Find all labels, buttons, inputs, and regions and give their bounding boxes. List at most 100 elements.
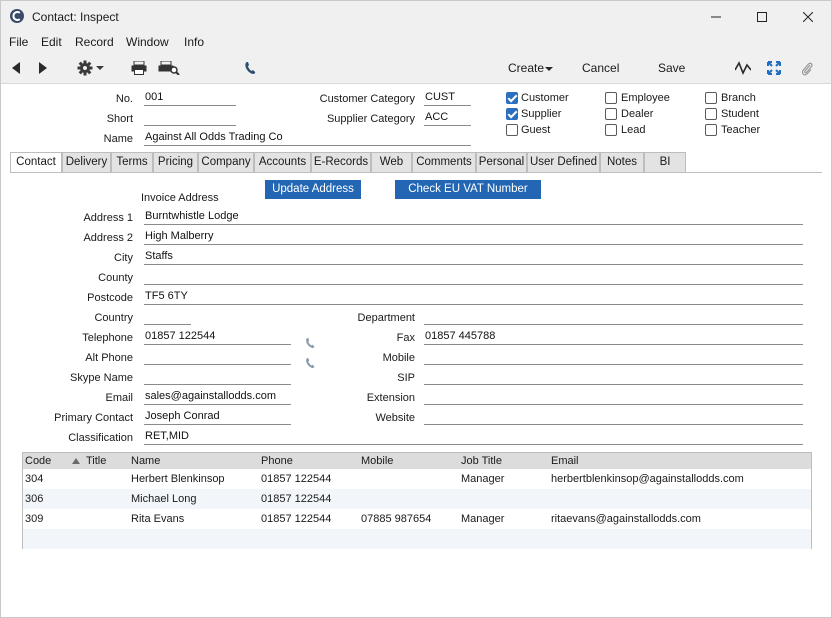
primary-contact-field[interactable]: Joseph Conrad bbox=[144, 410, 291, 425]
county-field[interactable] bbox=[144, 270, 803, 285]
column-header-title[interactable]: Title bbox=[86, 455, 106, 467]
tab-bi[interactable]: BI bbox=[644, 152, 686, 172]
create-button[interactable]: Create bbox=[508, 61, 544, 75]
employee-check-box[interactable] bbox=[605, 92, 617, 104]
classification-field[interactable]: RET,MID bbox=[144, 430, 803, 445]
menu-window[interactable]: Window bbox=[126, 35, 169, 49]
branch-check-box[interactable] bbox=[705, 92, 717, 104]
name-field[interactable]: Against All Odds Trading Co bbox=[144, 131, 471, 146]
dealer-check-box[interactable] bbox=[605, 108, 617, 120]
maximize-button[interactable] bbox=[739, 1, 785, 32]
update-address-button[interactable]: Update Address bbox=[265, 180, 361, 199]
close-icon bbox=[803, 11, 813, 22]
telephone-field[interactable]: 01857 122544 bbox=[144, 330, 291, 345]
minimize-button[interactable] bbox=[693, 1, 739, 32]
postcode-label: Postcode bbox=[87, 292, 133, 304]
menu-file[interactable]: File bbox=[9, 35, 28, 49]
cell-job-title: Manager bbox=[461, 513, 505, 525]
email-field[interactable]: sales@againstallodds.com bbox=[144, 390, 291, 405]
address2-field[interactable]: High Malberry bbox=[144, 230, 803, 245]
call-button[interactable] bbox=[242, 60, 258, 76]
column-header-job-title[interactable]: Job Title bbox=[461, 455, 502, 467]
extension-field[interactable] bbox=[424, 390, 803, 405]
tab-pricing[interactable]: Pricing bbox=[153, 152, 198, 172]
fax-label: Fax bbox=[396, 332, 415, 344]
app-logo-icon bbox=[10, 9, 24, 23]
print-preview-button[interactable] bbox=[157, 60, 181, 76]
department-field[interactable] bbox=[424, 310, 803, 325]
previous-record-button[interactable] bbox=[9, 60, 23, 76]
print-button[interactable] bbox=[130, 60, 148, 76]
student-check-box[interactable] bbox=[705, 108, 717, 120]
tab-accounts[interactable]: Accounts bbox=[254, 152, 311, 172]
city-label: City bbox=[114, 252, 133, 264]
no-field[interactable]: 001 bbox=[144, 91, 236, 106]
menu-info[interactable]: Info bbox=[184, 35, 204, 49]
supplier-check-box[interactable] bbox=[506, 108, 518, 120]
cell-code: 306 bbox=[25, 493, 44, 505]
city-field[interactable]: Staffs bbox=[144, 250, 803, 265]
alt-phone-call-icon[interactable] bbox=[305, 357, 315, 369]
save-button[interactable]: Save bbox=[658, 61, 685, 75]
teacher-check-box[interactable] bbox=[705, 124, 717, 136]
tab-comments[interactable]: Comments bbox=[412, 152, 476, 172]
attachments-button[interactable] bbox=[798, 60, 816, 76]
column-header-mobile[interactable]: Mobile bbox=[361, 455, 393, 467]
postcode-field[interactable]: TF5 6TY bbox=[144, 290, 803, 305]
website-field[interactable] bbox=[424, 410, 803, 425]
cell-code: 309 bbox=[25, 513, 44, 525]
cell-email: herbertblenkinsop@againstallodds.com bbox=[551, 473, 744, 485]
check-eu-vat-button[interactable]: Check EU VAT Number bbox=[395, 180, 541, 199]
column-header-code[interactable]: Code bbox=[25, 455, 51, 467]
lead-check-box[interactable] bbox=[605, 124, 617, 136]
telephone-call-icon[interactable] bbox=[305, 337, 315, 349]
cancel-button[interactable]: Cancel bbox=[582, 61, 619, 75]
column-header-phone[interactable]: Phone bbox=[261, 455, 293, 467]
tab-company[interactable]: Company bbox=[198, 152, 254, 172]
customer-category-field[interactable]: CUST bbox=[424, 91, 471, 106]
fullscreen-button[interactable] bbox=[765, 60, 783, 76]
create-chevron-down-icon[interactable] bbox=[545, 66, 553, 72]
sip-field[interactable] bbox=[424, 370, 803, 385]
table-row-empty[interactable] bbox=[23, 529, 811, 549]
address1-field[interactable]: Burntwhistle Lodge bbox=[144, 210, 803, 225]
next-record-button[interactable] bbox=[36, 60, 50, 76]
supplier-category-field[interactable]: ACC bbox=[424, 111, 471, 126]
table-row[interactable]: 304 Herbert Blenkinsop 01857 122544 Mana… bbox=[23, 469, 811, 489]
short-label: Short bbox=[106, 113, 133, 125]
tab-notes[interactable]: Notes bbox=[600, 152, 644, 172]
menu-record[interactable]: Record bbox=[75, 35, 114, 49]
cell-name: Michael Long bbox=[131, 493, 197, 505]
mobile-field[interactable] bbox=[424, 350, 803, 365]
contact-persons-grid: Code Title Name Phone Mobile Job Title E… bbox=[22, 452, 812, 549]
skype-name-field[interactable] bbox=[144, 370, 291, 385]
close-button[interactable] bbox=[785, 1, 831, 32]
tab-e-records[interactable]: E-Records bbox=[311, 152, 371, 172]
contact-window: Contact: Inspect File Edit Record Window… bbox=[0, 0, 832, 618]
short-field[interactable] bbox=[144, 111, 236, 126]
tab-personal[interactable]: Personal bbox=[476, 152, 527, 172]
supplier-category-label: Supplier Category bbox=[326, 113, 415, 125]
alt-phone-field[interactable] bbox=[144, 350, 291, 365]
tab-divider bbox=[10, 172, 822, 173]
country-field[interactable] bbox=[144, 310, 191, 325]
cell-mobile: 07885 987654 bbox=[361, 513, 432, 525]
gear-icon bbox=[77, 60, 92, 76]
table-row[interactable]: 306 Michael Long 01857 122544 bbox=[23, 489, 811, 509]
tab-contact[interactable]: Contact bbox=[10, 152, 62, 173]
table-row[interactable]: 309 Rita Evans 01857 122544 07885 987654… bbox=[23, 509, 811, 529]
operations-menu-button[interactable] bbox=[74, 59, 106, 77]
tab-web[interactable]: Web bbox=[371, 152, 412, 172]
menu-edit[interactable]: Edit bbox=[41, 35, 62, 49]
grid-header: Code Title Name Phone Mobile Job Title E… bbox=[23, 453, 811, 469]
guest-check-box[interactable] bbox=[506, 124, 518, 136]
fax-field[interactable]: 01857 445788 bbox=[424, 330, 803, 345]
tab-terms[interactable]: Terms bbox=[111, 152, 153, 172]
customer-check-box[interactable] bbox=[506, 92, 518, 104]
tab-delivery[interactable]: Delivery bbox=[62, 152, 111, 172]
column-header-email[interactable]: Email bbox=[551, 455, 579, 467]
column-header-name[interactable]: Name bbox=[131, 455, 160, 467]
cell-phone: 01857 122544 bbox=[261, 473, 332, 485]
activity-button[interactable] bbox=[734, 60, 752, 76]
tab-user-defined[interactable]: User Defined bbox=[527, 152, 600, 172]
